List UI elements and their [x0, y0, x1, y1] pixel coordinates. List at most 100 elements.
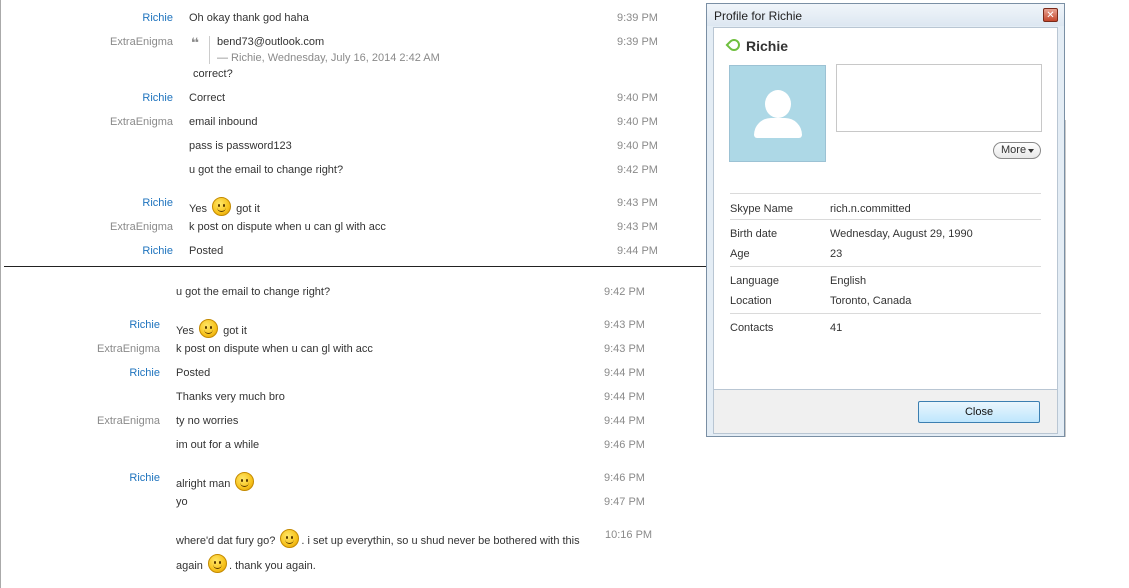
divider [730, 266, 1041, 267]
message-time: 9:40 PM [617, 92, 658, 104]
message-time: 9:40 PM [617, 116, 658, 128]
profile-name: Richie [746, 38, 789, 54]
dialog-footer: Close [713, 390, 1058, 434]
message-time: 9:44 PM [604, 367, 645, 379]
language-value: English [830, 275, 867, 287]
message-sender[interactable]: Richie [0, 245, 173, 257]
message-text-part: alright man [176, 478, 231, 490]
message-text: im out for a while [176, 439, 260, 451]
quote-text: bend73@outlook.com [217, 36, 325, 48]
message-text: Correct [189, 92, 226, 104]
message-text-part: got it [236, 203, 260, 215]
message-time: 9:39 PM [617, 36, 658, 48]
online-status-icon [725, 36, 743, 54]
location-label: Location [730, 295, 772, 307]
smile-emoticon-icon [199, 319, 219, 338]
avatar [729, 65, 826, 162]
message-text: k post on dispute when u can gl with acc [189, 221, 386, 233]
message-sender[interactable]: Richie [0, 319, 160, 331]
message-text: yo [176, 496, 188, 508]
message-sender[interactable]: Richie [0, 12, 173, 24]
message-time: 9:44 PM [617, 245, 658, 257]
close-icon[interactable]: ✕ [1043, 8, 1058, 22]
chat-history-bottom[interactable]: u got the email to change right? 9:42 PM… [0, 268, 706, 588]
divider [730, 313, 1041, 314]
message-sender[interactable]: ExtraEnigma [0, 415, 160, 427]
chevron-down-icon [1028, 149, 1034, 153]
dialog-shadow [1065, 120, 1066, 437]
dialog-titlebar[interactable]: Profile for Richie ✕ [707, 4, 1064, 26]
age-value: 23 [830, 248, 843, 260]
message-time: 9:39 PM [617, 12, 658, 24]
contacts-label: Contacts [730, 322, 774, 334]
message-text-part: got it [223, 325, 247, 337]
message-text: email inbound [189, 116, 258, 128]
message-sender[interactable]: Richie [0, 92, 173, 104]
message-sender[interactable]: Richie [0, 472, 160, 484]
message-text-part: Yes [176, 325, 194, 337]
message-text: k post on dispute when u can gl with acc [176, 343, 373, 355]
default-user-icon [765, 90, 791, 118]
message-text: Thanks very much bro [176, 391, 285, 403]
message-time: 9:46 PM [604, 472, 645, 484]
message-text: where'd dat fury go? . i set up everythi… [176, 529, 580, 548]
message-text: Posted [189, 245, 224, 257]
divider [730, 193, 1041, 194]
message-text-part: Yes [189, 203, 207, 215]
message-text: pass is password123 [189, 140, 292, 152]
close-button[interactable]: Close [918, 401, 1040, 423]
message-sender[interactable]: ExtraEnigma [0, 36, 173, 48]
more-button[interactable]: More [993, 142, 1041, 159]
message-time: 9:42 PM [604, 286, 645, 298]
more-button-label: More [1001, 144, 1027, 156]
default-user-body [754, 118, 802, 138]
message-time: 9:43 PM [604, 319, 645, 331]
quote-icon: ❛❛ [191, 35, 199, 50]
profile-body: Richie More Skype Name rich.n.committed … [713, 27, 1058, 390]
age-label: Age [730, 248, 750, 260]
pane-divider [4, 266, 706, 267]
skype-name-label: Skype Name [730, 203, 793, 215]
quote-divider [209, 36, 210, 64]
message-time: 9:43 PM [617, 197, 658, 209]
birth-date-value: Wednesday, August 29, 1990 [830, 228, 973, 240]
message-sender[interactable]: ExtraEnigma [0, 116, 173, 128]
message-text-part: . i set up everythin, so u shud never be… [301, 535, 580, 547]
message-time: 9:42 PM [617, 164, 658, 176]
skype-name-value: rich.n.committed [830, 203, 911, 215]
message-text: u got the email to change right? [176, 286, 331, 298]
message-time: 9:40 PM [617, 140, 658, 152]
smile-emoticon-icon [207, 554, 227, 573]
message-text: alright man [176, 472, 256, 491]
message-sender[interactable]: Richie [0, 367, 160, 379]
profile-dialog: Profile for Richie ✕ Richie More Skype N… [706, 3, 1065, 437]
message-text: Oh okay thank god haha [189, 12, 309, 24]
message-sender[interactable]: ExtraEnigma [0, 343, 160, 355]
contacts-value: 41 [830, 322, 843, 334]
message-sender[interactable]: ExtraEnigma [0, 221, 173, 233]
message-text: correct? [193, 68, 233, 80]
message-sender[interactable]: Richie [0, 197, 173, 209]
smile-emoticon-icon [212, 197, 232, 216]
birth-date-label: Birth date [730, 228, 778, 240]
message-time: 9:43 PM [604, 343, 645, 355]
language-label: Language [730, 275, 779, 287]
mood-message-box [836, 64, 1042, 132]
message-time: 9:47 PM [604, 496, 645, 508]
smile-emoticon-icon [235, 472, 255, 491]
message-text: Posted [176, 367, 211, 379]
message-text-part: again [176, 560, 203, 572]
message-time: 10:16 PM [605, 529, 653, 541]
message-text: Yes got it [176, 319, 247, 338]
message-text-line2: again . thank you again. [176, 554, 316, 573]
chat-history-top[interactable]: Richie Oh okay thank god haha 9:39 PM Ex… [0, 0, 706, 266]
message-text-part: . thank you again. [228, 560, 316, 572]
divider [730, 219, 1041, 220]
message-time: 9:44 PM [604, 391, 645, 403]
message-time: 9:43 PM [617, 221, 658, 233]
message-text: u got the email to change right? [189, 164, 344, 176]
message-time: 9:44 PM [604, 415, 645, 427]
message-text: ty no worries [176, 415, 239, 427]
message-text-part: where'd dat fury go? [176, 535, 276, 547]
message-text: Yes got it [189, 197, 260, 216]
